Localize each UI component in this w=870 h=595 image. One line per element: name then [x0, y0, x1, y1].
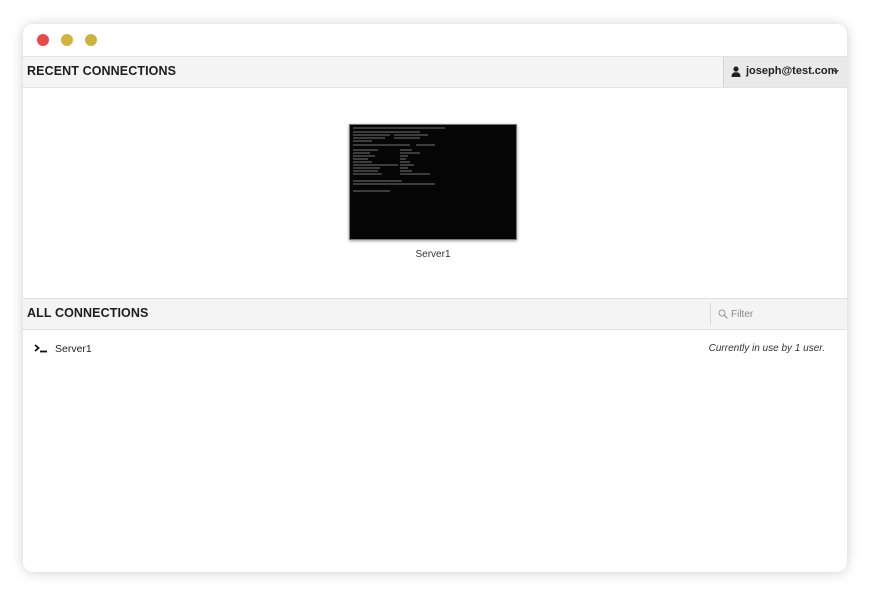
title-bar: [23, 24, 847, 56]
maximize-window-button[interactable]: [85, 34, 97, 46]
user-icon: [731, 66, 741, 77]
filter-box[interactable]: [710, 303, 847, 325]
recent-connections-header: RECENT CONNECTIONS joseph@test.com: [23, 56, 847, 88]
terminal-screenshot: [353, 127, 445, 192]
terminal-icon: [34, 344, 47, 353]
all-connections-header: ALL CONNECTIONS: [23, 298, 847, 330]
minimize-window-button[interactable]: [61, 34, 73, 46]
close-window-button[interactable]: [37, 34, 49, 46]
search-icon: [718, 309, 728, 319]
filter-input[interactable]: [731, 305, 841, 323]
connection-status: Currently in use by 1 user.: [708, 343, 825, 354]
recent-connection-label[interactable]: Server1: [349, 249, 517, 260]
user-menu-label: joseph@test.com: [746, 65, 838, 77]
user-menu[interactable]: joseph@test.com: [723, 57, 847, 87]
connection-thumbnail[interactable]: [349, 124, 517, 240]
recent-connection-card[interactable]: Server1: [349, 124, 517, 264]
connection-name[interactable]: Server1: [55, 343, 92, 355]
all-connections-title: ALL CONNECTIONS: [27, 306, 149, 320]
app-window: RECENT CONNECTIONS joseph@test.com Serve…: [23, 24, 847, 572]
recent-connections-title: RECENT CONNECTIONS: [27, 64, 177, 78]
caret-down-icon: [833, 70, 839, 74]
connection-row[interactable]: Server1 Currently in use by 1 user.: [23, 338, 847, 360]
